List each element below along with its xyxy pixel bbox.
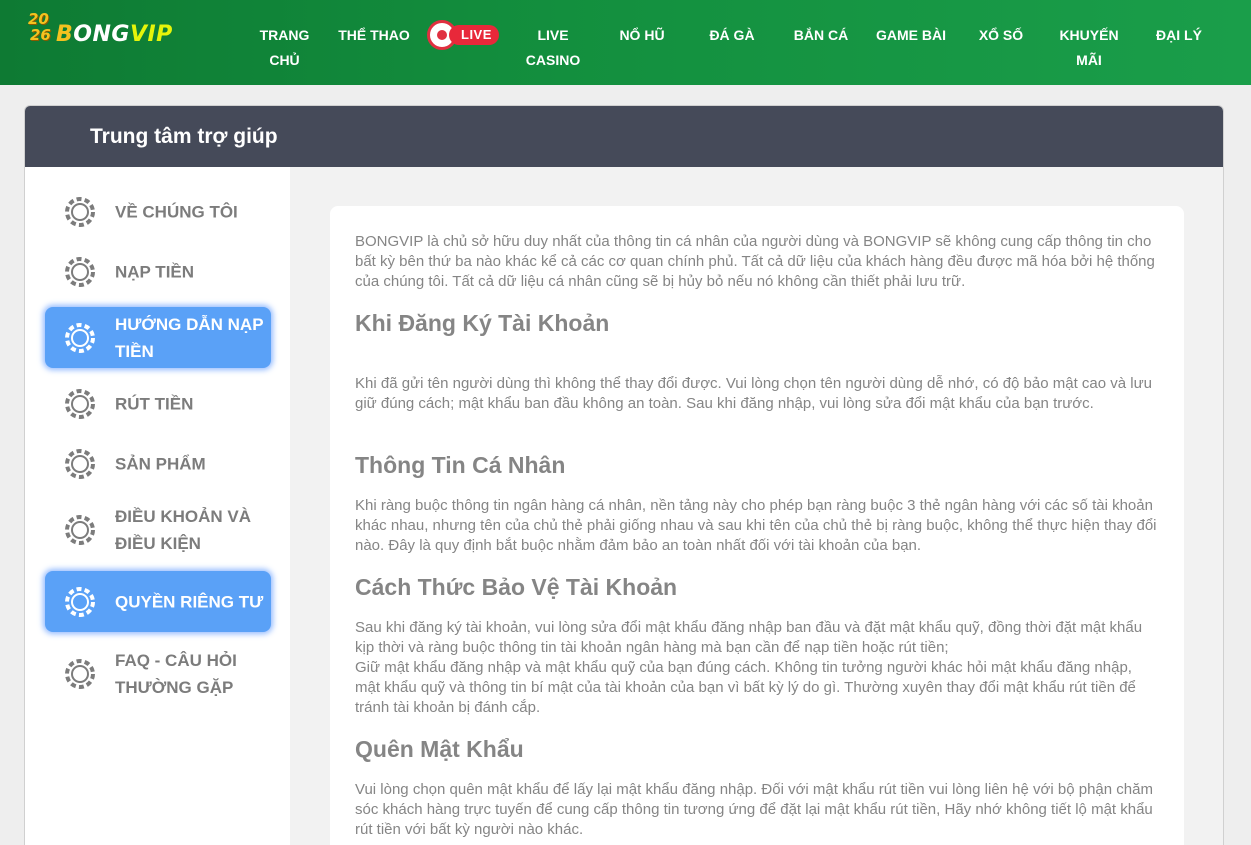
sidebar-item-label: QUYỀN RIÊNG TƯ bbox=[115, 592, 264, 611]
sidebar-item-label: SẢN PHẨM bbox=[115, 454, 206, 474]
bongvip-logo[interactable]: 20 26 BONGVIP bbox=[26, 12, 196, 60]
poker-chip-icon bbox=[65, 257, 95, 287]
nav-game-bai[interactable]: GAME BÀI bbox=[872, 23, 950, 48]
nav-xo-so[interactable]: XỔ SỐ bbox=[974, 23, 1028, 48]
sidebar-item-ve-chung-toi[interactable]: VỀ CHÚNG TÔI bbox=[45, 187, 271, 237]
poker-chip-icon bbox=[65, 449, 95, 479]
logo-brand: BONGVIP bbox=[56, 22, 173, 47]
sidebar-item-label: FAQ - CÂU HỎI THƯỜNG GẶP bbox=[115, 651, 237, 697]
nav-no-hu[interactable]: NỔ HŨ bbox=[614, 23, 670, 48]
section-text-thong-tin: Khi ràng buộc thông tin ngân hàng cá nhâ… bbox=[355, 497, 1157, 554]
section-text-bao-ve: Sau khi đăng ký tài khoản, vui lòng sửa … bbox=[355, 619, 1143, 656]
nav-trang-chu[interactable]: TRANG CHỦ bbox=[257, 23, 312, 73]
nav-dai-ly[interactable]: ĐẠI LÝ bbox=[1150, 23, 1208, 48]
sidebar-item-label: ĐIỀU KHOẢN VÀ ĐIỀU KIỆN bbox=[115, 507, 252, 553]
nav-khuyen-mai[interactable]: KHUYẾN MÃI bbox=[1057, 23, 1121, 73]
sidebar-item-san-pham[interactable]: SẢN PHẨM bbox=[45, 439, 271, 489]
poker-chip-icon bbox=[65, 197, 95, 227]
nav-da-ga[interactable]: ĐÁ GÀ bbox=[705, 23, 759, 48]
help-center-panel: Trung tâm trợ giúp VỀ CHÚNG TÔI NẠP TIỀN… bbox=[24, 105, 1224, 845]
section-text-quen-mat-khau: Vui lòng chọn quên mật khẩu để lấy lại m… bbox=[355, 781, 1153, 838]
sidebar-item-huong-dan-nap-tien[interactable]: HƯỚNG DẪN NẠP TIỀN bbox=[45, 307, 271, 368]
panel-title: Trung tâm trợ giúp bbox=[90, 125, 278, 148]
poker-chip-icon bbox=[65, 389, 95, 419]
sidebar-item-quyen-rieng-tu[interactable]: QUYỀN RIÊNG TƯ bbox=[45, 571, 271, 632]
top-navigation-bar: 20 26 BONGVIP TRANG CHỦ THỂ THAO LIVE LI… bbox=[0, 0, 1251, 85]
sidebar-item-label: NẠP TIỀN bbox=[115, 262, 195, 282]
sidebar-item-dieu-khoan[interactable]: ĐIỀU KHOẢN VÀ ĐIỀU KIỆN bbox=[45, 500, 271, 560]
sidebar-item-label: HƯỚNG DẪN NẠP TIỀN bbox=[115, 314, 264, 361]
poker-chip-icon bbox=[65, 586, 95, 617]
nav-live-casino[interactable]: LIVE CASINO bbox=[522, 23, 584, 73]
logo-year-top: 20 bbox=[28, 10, 49, 28]
sidebar-item-label: VỀ CHÚNG TÔI bbox=[115, 202, 238, 222]
section-heading-quen-mat-khau: Quên Mật Khẩu bbox=[355, 736, 524, 762]
logo-year-bottom: 26 bbox=[30, 26, 51, 44]
section-text-dang-ky: Khi đã gửi tên người dùng thì không thể … bbox=[355, 375, 1153, 412]
sidebar-item-rut-tien[interactable]: RÚT TIỀN bbox=[45, 379, 271, 429]
section-heading-dang-ky: Khi Đăng Ký Tài Khoản bbox=[355, 310, 610, 336]
section-heading-thong-tin: Thông Tin Cá Nhân bbox=[355, 452, 566, 478]
nav-the-thao[interactable]: THỂ THAO bbox=[336, 23, 412, 48]
intro-paragraph: BONGVIP là chủ sở hữu duy nhất của thông… bbox=[355, 233, 1155, 290]
sidebar-item-faq[interactable]: FAQ - CÂU HỎI THƯỜNG GẶP bbox=[45, 644, 271, 704]
section-text-bao-ve-2: Giữ mật khẩu đăng nhập và mật khẩu quỹ c… bbox=[355, 659, 1136, 716]
nav-ban-ca[interactable]: BẮN CÁ bbox=[789, 23, 853, 48]
sidebar-item-label: RÚT TIỀN bbox=[115, 394, 194, 414]
poker-chip-icon bbox=[65, 515, 95, 545]
panel-header: Trung tâm trợ giúp bbox=[25, 106, 1223, 167]
live-badge[interactable]: LIVE bbox=[427, 20, 500, 50]
section-heading-bao-ve: Cách Thức Bảo Vệ Tài Khoản bbox=[355, 574, 678, 600]
sidebar-item-nap-tien[interactable]: NẠP TIỀN bbox=[45, 247, 271, 297]
poker-chip-icon bbox=[65, 659, 95, 689]
help-sidebar: VỀ CHÚNG TÔI NẠP TIỀN HƯỚNG DẪN NẠP TIỀN… bbox=[25, 167, 290, 845]
poker-chip-icon bbox=[65, 322, 95, 353]
live-label: LIVE bbox=[449, 25, 499, 45]
